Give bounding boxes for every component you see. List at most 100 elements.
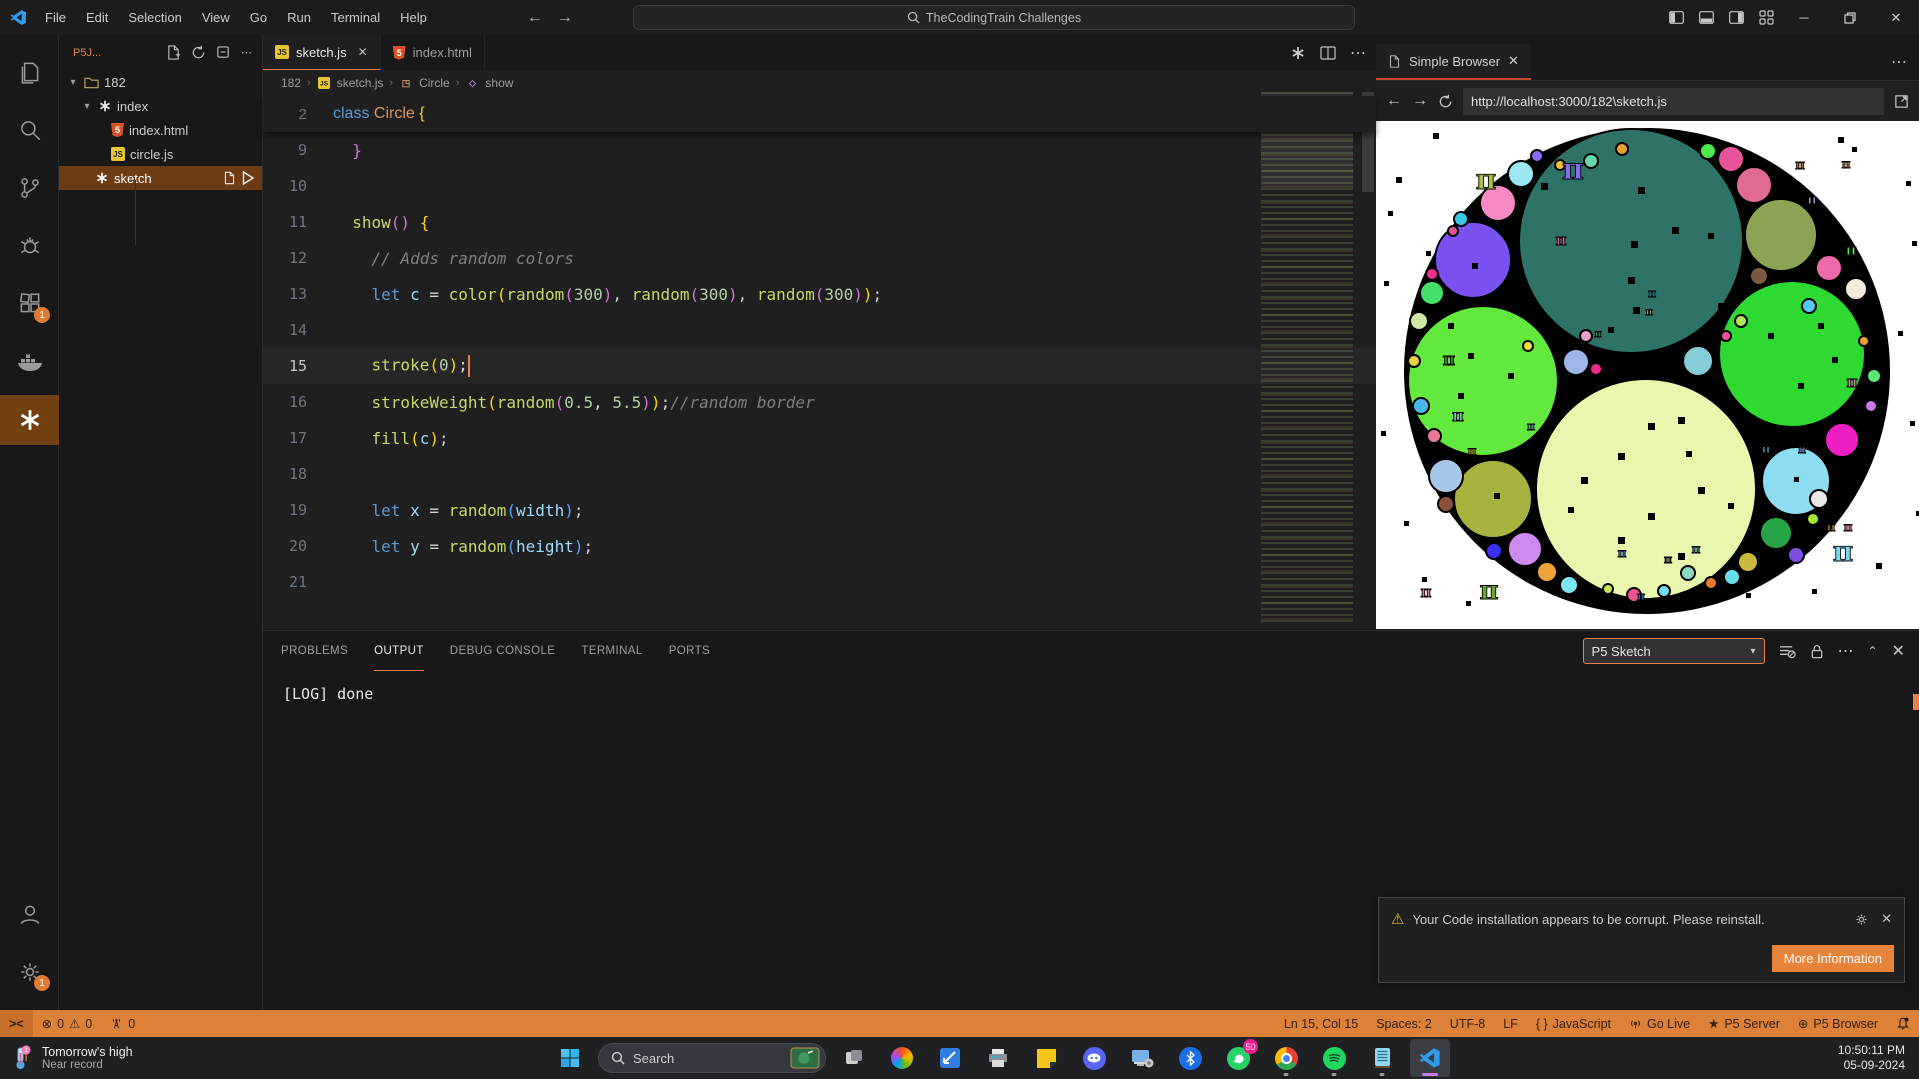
tree-item-182[interactable]: ▾ 182 — [59, 70, 262, 94]
run-sketch-icon[interactable] — [242, 171, 254, 185]
pc-settings-icon[interactable] — [1122, 1039, 1162, 1077]
output-channel-select[interactable]: P5 Sketch ▾ — [1583, 638, 1765, 664]
sticky-notes-icon[interactable] — [1026, 1039, 1066, 1077]
whatsapp-icon[interactable]: 50 — [1218, 1039, 1258, 1077]
encoding[interactable]: UTF-8 — [1441, 1010, 1494, 1037]
code-line-21[interactable]: 21 — [263, 564, 1376, 600]
url-input[interactable] — [1463, 88, 1884, 115]
discord-icon[interactable] — [1074, 1039, 1114, 1077]
code-line-15[interactable]: 15 stroke(0); — [263, 348, 1376, 384]
browser-more-icon[interactable]: ⋯ — [1891, 52, 1907, 72]
tab-index-html[interactable]: 5 index.html — [381, 35, 485, 70]
lock-icon[interactable] — [1810, 644, 1824, 659]
vscode-taskbar-icon[interactable] — [1410, 1039, 1450, 1077]
panel-tab-problems[interactable]: PROBLEMS — [281, 631, 348, 671]
minimize-button[interactable]: ─ — [1781, 0, 1827, 35]
menu-selection[interactable]: Selection — [118, 0, 191, 35]
snipping-tool-icon[interactable] — [930, 1039, 970, 1077]
p5-server-button[interactable]: ★ P5 Server — [1699, 1010, 1789, 1037]
code-line-20[interactable]: 20 let y = random(height); — [263, 528, 1376, 564]
p5-browser-button[interactable]: ⊕ P5 Browser — [1789, 1010, 1887, 1037]
notes-app-icon[interactable] — [1362, 1039, 1402, 1077]
cursor-position[interactable]: Ln 15, Col 15 — [1275, 1010, 1367, 1037]
tree-item-index[interactable]: ▾ index — [59, 94, 262, 118]
collapse-folders-icon[interactable] — [216, 45, 231, 60]
docker-icon[interactable] — [0, 337, 59, 387]
language-mode[interactable]: { } JavaScript — [1527, 1010, 1620, 1037]
tree-item-circle-js[interactable]: JS circle.js — [59, 142, 262, 166]
maximize-panel-icon[interactable]: ⌃ — [1868, 644, 1878, 658]
settings-gear-icon[interactable]: 1 — [0, 947, 59, 997]
indentation[interactable]: Spaces: 2 — [1367, 1010, 1441, 1037]
search-icon[interactable] — [0, 105, 59, 155]
spotify-icon[interactable] — [1314, 1039, 1354, 1077]
tree-item-sketch[interactable]: sketch — [59, 166, 262, 190]
more-information-button[interactable]: More Information — [1772, 945, 1894, 972]
open-external-icon[interactable] — [1894, 94, 1909, 109]
code-line-13[interactable]: 13 let c = color(random(300), random(300… — [263, 276, 1376, 312]
code-line-12[interactable]: 12 // Adds random colors — [263, 240, 1376, 276]
close-tab-icon[interactable]: ✕ — [358, 45, 368, 59]
sticky-scroll-line[interactable]: 2class Circle { — [263, 96, 1376, 132]
split-editor-icon[interactable] — [1320, 45, 1336, 61]
start-button[interactable] — [550, 1039, 590, 1077]
breadcrumb-file[interactable]: sketch.js — [337, 76, 384, 90]
taskbar-clock[interactable]: 10:50:11 PM 05-09-2024 — [1838, 1043, 1919, 1073]
breadcrumb-method[interactable]: show — [485, 76, 513, 90]
open-file-icon[interactable] — [223, 171, 236, 185]
code-line-18[interactable]: 18 — [263, 456, 1376, 492]
p5-extension-icon[interactable] — [0, 395, 59, 445]
panel-tab-output[interactable]: OUTPUT — [374, 631, 424, 671]
back-icon[interactable]: ← — [1386, 92, 1402, 110]
weather-widget[interactable]: 1 Tomorrow's high Near record — [0, 1045, 230, 1071]
close-panel-icon[interactable]: ✕ — [1892, 641, 1905, 661]
tab-sketch-js[interactable]: JS sketch.js ✕ — [263, 35, 381, 70]
forward-arrow-icon[interactable]: → — [557, 9, 573, 27]
forward-icon[interactable]: → — [1412, 92, 1428, 110]
eol-sequence[interactable]: LF — [1494, 1010, 1527, 1037]
menu-run[interactable]: Run — [277, 0, 321, 35]
more-actions-icon[interactable]: ⋯ — [241, 46, 262, 59]
menu-go[interactable]: Go — [240, 0, 277, 35]
extensions-icon[interactable]: 1 — [0, 279, 59, 329]
restore-button[interactable] — [1827, 0, 1873, 35]
task-view-button[interactable] — [834, 1039, 874, 1077]
breadcrumb-folder[interactable]: 182 — [281, 76, 301, 90]
code-line-2[interactable]: 2class Circle { — [263, 96, 1376, 132]
panel-scrollbar-thumb[interactable] — [1913, 694, 1919, 710]
notification-gear-icon[interactable] — [1854, 912, 1869, 927]
clear-output-icon[interactable] — [1779, 644, 1796, 659]
bluetooth-icon[interactable] — [1170, 1039, 1210, 1077]
minimap[interactable] — [1261, 92, 1353, 622]
p5-sketch-canvas[interactable]: ππππππππππππππππππππππππππ — [1376, 121, 1919, 629]
code-line-9[interactable]: 9 } — [263, 132, 1376, 168]
code-line-14[interactable]: 14 — [263, 312, 1376, 348]
ports-status[interactable]: 0 — [101, 1010, 144, 1037]
code-line-19[interactable]: 19 let x = random(width); — [263, 492, 1376, 528]
menu-help[interactable]: Help — [390, 0, 437, 35]
code-line-11[interactable]: 11 show() { — [263, 204, 1376, 240]
notifications-bell[interactable] — [1887, 1010, 1919, 1037]
menu-file[interactable]: File — [35, 0, 76, 35]
back-arrow-icon[interactable]: ← — [527, 9, 543, 27]
go-live-button[interactable]: Go Live — [1620, 1010, 1699, 1037]
toggle-secondary-sidebar-icon[interactable] — [1721, 0, 1751, 35]
command-center-search[interactable]: TheCodingTrain Challenges — [633, 5, 1355, 30]
code-line-17[interactable]: 17 fill(c); — [263, 420, 1376, 456]
taskbar-search[interactable]: Search — [598, 1043, 826, 1073]
refresh-icon[interactable] — [191, 45, 206, 60]
close-tab-icon[interactable]: ✕ — [1508, 53, 1519, 69]
p5-run-icon[interactable] — [1290, 45, 1306, 61]
notification-close-icon[interactable]: ✕ — [1877, 911, 1892, 927]
customize-layout-icon[interactable] — [1751, 0, 1781, 35]
source-control-icon[interactable] — [0, 163, 59, 213]
panel-tab-ports[interactable]: PORTS — [669, 631, 710, 671]
breadcrumb-class[interactable]: Circle — [419, 76, 450, 90]
tree-item-index-html[interactable]: 5 index.html — [59, 118, 262, 142]
output-log[interactable]: [LOG] done — [263, 671, 1919, 703]
menu-edit[interactable]: Edit — [76, 0, 118, 35]
toggle-panel-icon[interactable] — [1691, 0, 1721, 35]
menu-view[interactable]: View — [192, 0, 240, 35]
toggle-sidebar-icon[interactable] — [1661, 0, 1691, 35]
editor-more-icon[interactable]: ⋯ — [1350, 43, 1366, 63]
